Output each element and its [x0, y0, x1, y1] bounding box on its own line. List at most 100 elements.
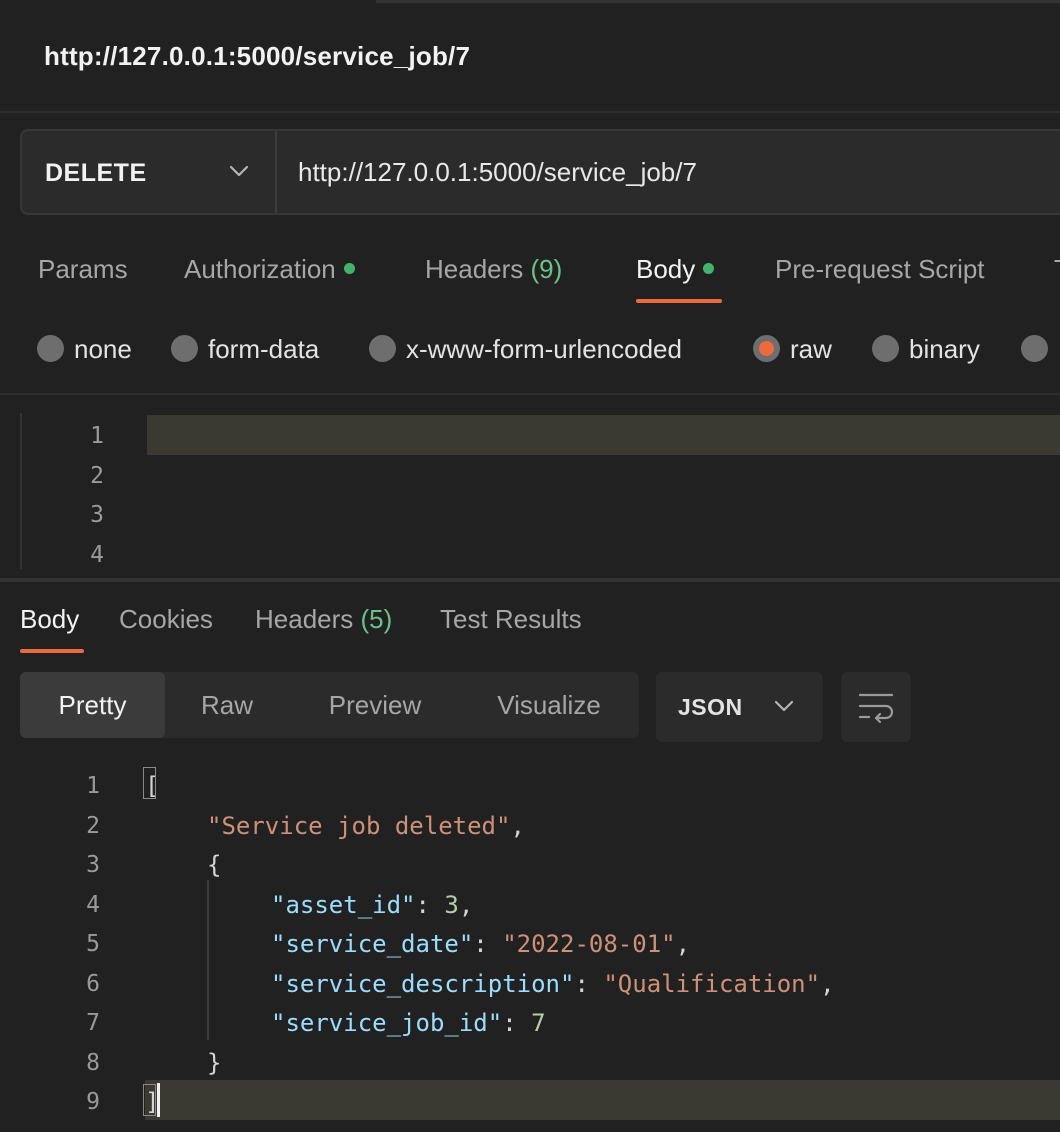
- radio-raw[interactable]: raw: [753, 334, 832, 365]
- url-bar: DELETE: [20, 129, 1060, 215]
- tab-pre-request-script-label: Pre-request Script: [775, 254, 985, 284]
- wrap-lines-icon: [858, 693, 894, 724]
- json-key: "service_date": [271, 930, 474, 958]
- code-line: 7 "service_job_id": 7: [0, 1001, 1060, 1041]
- code-text: "Service job deleted",: [207, 812, 525, 840]
- code-line: 4 "asset_id": 3,: [0, 883, 1060, 923]
- view-mode-preview[interactable]: Preview: [301, 672, 449, 738]
- chevron-down-icon: [774, 699, 794, 718]
- code-text: {: [207, 851, 221, 879]
- radio-circle-icon: [37, 334, 64, 362]
- code-text: "service_description": "Qualification",: [271, 970, 835, 998]
- radio-urlencoded[interactable]: x-www-form-urlencoded: [369, 334, 682, 365]
- tab-params-label: Params: [38, 254, 128, 284]
- tab-tests-truncated[interactable]: T: [1054, 254, 1060, 285]
- radio-binary-label: binary: [909, 334, 980, 364]
- view-mode-visualize[interactable]: Visualize: [475, 672, 623, 738]
- chevron-down-icon: [229, 164, 249, 183]
- code-line: 8 }: [0, 1041, 1060, 1081]
- radio-binary[interactable]: binary: [872, 334, 980, 365]
- code-text: "service_job_id": 7: [271, 1009, 546, 1037]
- line-number: 2: [90, 463, 104, 489]
- radio-none-label: none: [74, 334, 132, 364]
- code-line: 6 "service_description": "Qualification"…: [0, 962, 1060, 1002]
- tab-strip-border: [376, 0, 1060, 3]
- open-brace: {: [207, 851, 222, 879]
- response-tab-test-results[interactable]: Test Results: [440, 604, 582, 635]
- headers-count-badge: (9): [530, 254, 563, 284]
- radio-none[interactable]: none: [37, 334, 132, 365]
- current-line-highlight: [147, 415, 1060, 455]
- request-tabs: Params Authorization Headers (9) Body Pr…: [0, 240, 1060, 310]
- radio-circle-icon: [872, 334, 899, 362]
- radio-form-data[interactable]: form-data: [171, 334, 319, 365]
- line-number: 2: [86, 813, 100, 839]
- request-body-editor[interactable]: 1 2 3 4: [20, 413, 1060, 569]
- http-method-dropdown[interactable]: DELETE: [22, 131, 277, 213]
- json-key: "service_description": [271, 970, 575, 998]
- response-tab-body[interactable]: Body: [20, 604, 79, 635]
- code-line: 1 [: [0, 764, 1060, 804]
- line-number: 5: [86, 931, 100, 957]
- line-number: 9: [86, 1089, 100, 1115]
- json-comma: ,: [820, 970, 835, 998]
- radio-urlencoded-label: x-www-form-urlencoded: [406, 334, 682, 364]
- divider: [0, 393, 1060, 395]
- code-line: 3 {: [0, 843, 1060, 883]
- http-method-label: DELETE: [45, 159, 147, 187]
- status-dot-icon: [703, 262, 715, 274]
- code-text: }: [207, 1049, 221, 1077]
- code-text: "asset_id": 3,: [271, 891, 474, 919]
- json-key: "asset_id": [271, 891, 416, 919]
- response-tab-headers[interactable]: Headers (5): [255, 604, 392, 635]
- line-number: 7: [86, 1010, 100, 1036]
- json-string: "Service job deleted": [207, 812, 511, 840]
- code-text: "service_date": "2022-08-01",: [271, 930, 691, 958]
- response-tab-headers-label: Headers: [255, 604, 354, 634]
- response-view-mode-group: Pretty Raw Preview Visualize: [20, 672, 639, 738]
- line-number: 4: [90, 542, 104, 568]
- tab-params[interactable]: Params: [38, 254, 128, 285]
- radio-circle-icon: [1021, 334, 1048, 362]
- response-body-viewer[interactable]: 1 [ 2 "Service job deleted", 3 { 4 "asse…: [0, 760, 1060, 1132]
- json-string: "Qualification": [603, 970, 821, 998]
- tab-pre-request-script[interactable]: Pre-request Script: [775, 254, 985, 285]
- json-comma: ,: [675, 930, 691, 958]
- postman-app: http://127.0.0.1:5000/service_job/7 DELE…: [0, 0, 1060, 1132]
- bracket-match-box: [143, 1084, 156, 1116]
- view-mode-pretty[interactable]: Pretty: [20, 672, 165, 738]
- code-line: 5 "service_date": "2022-08-01",: [0, 922, 1060, 962]
- tab-headers-label: Headers: [425, 254, 524, 284]
- code-line: 2 "Service job deleted",: [0, 804, 1060, 844]
- radio-graphql-truncated[interactable]: [1021, 334, 1058, 365]
- json-key: "service_job_id": [271, 1009, 503, 1037]
- line-number: 3: [90, 502, 104, 528]
- tab-body[interactable]: Body: [636, 254, 715, 285]
- status-dot-icon: [343, 262, 355, 274]
- line-number: 4: [86, 892, 100, 918]
- active-tab-indicator: [20, 649, 84, 653]
- view-mode-raw[interactable]: Raw: [165, 672, 289, 738]
- json-number: 3: [444, 891, 459, 919]
- response-tab-cookies[interactable]: Cookies: [119, 604, 213, 635]
- wrap-lines-button[interactable]: [841, 672, 911, 742]
- body-type-radio-group: none form-data x-www-form-urlencoded raw…: [0, 326, 1060, 376]
- radio-circle-icon: [369, 334, 396, 362]
- radio-selected-icon: [753, 334, 780, 362]
- tab-truncated-label: T: [1054, 254, 1060, 284]
- url-input[interactable]: [278, 131, 1058, 213]
- line-number: 3: [86, 852, 100, 878]
- request-title-bar: http://127.0.0.1:5000/service_job/7: [0, 0, 1060, 113]
- response-tabs: Body Cookies Headers (5) Test Results: [0, 598, 1060, 658]
- response-format-dropdown[interactable]: JSON: [656, 672, 823, 742]
- request-title[interactable]: http://127.0.0.1:5000/service_job/7: [44, 41, 470, 72]
- response-headers-count-badge: (5): [360, 604, 393, 634]
- tab-headers[interactable]: Headers (9): [425, 254, 562, 285]
- active-tab-indicator: [636, 299, 722, 303]
- bracket-match-box: [143, 767, 156, 799]
- tab-authorization[interactable]: Authorization: [184, 254, 355, 285]
- json-number: 7: [531, 1009, 546, 1037]
- line-number: 6: [86, 971, 100, 997]
- pane-resize-handle[interactable]: [0, 578, 1060, 582]
- radio-raw-label: raw: [790, 334, 832, 364]
